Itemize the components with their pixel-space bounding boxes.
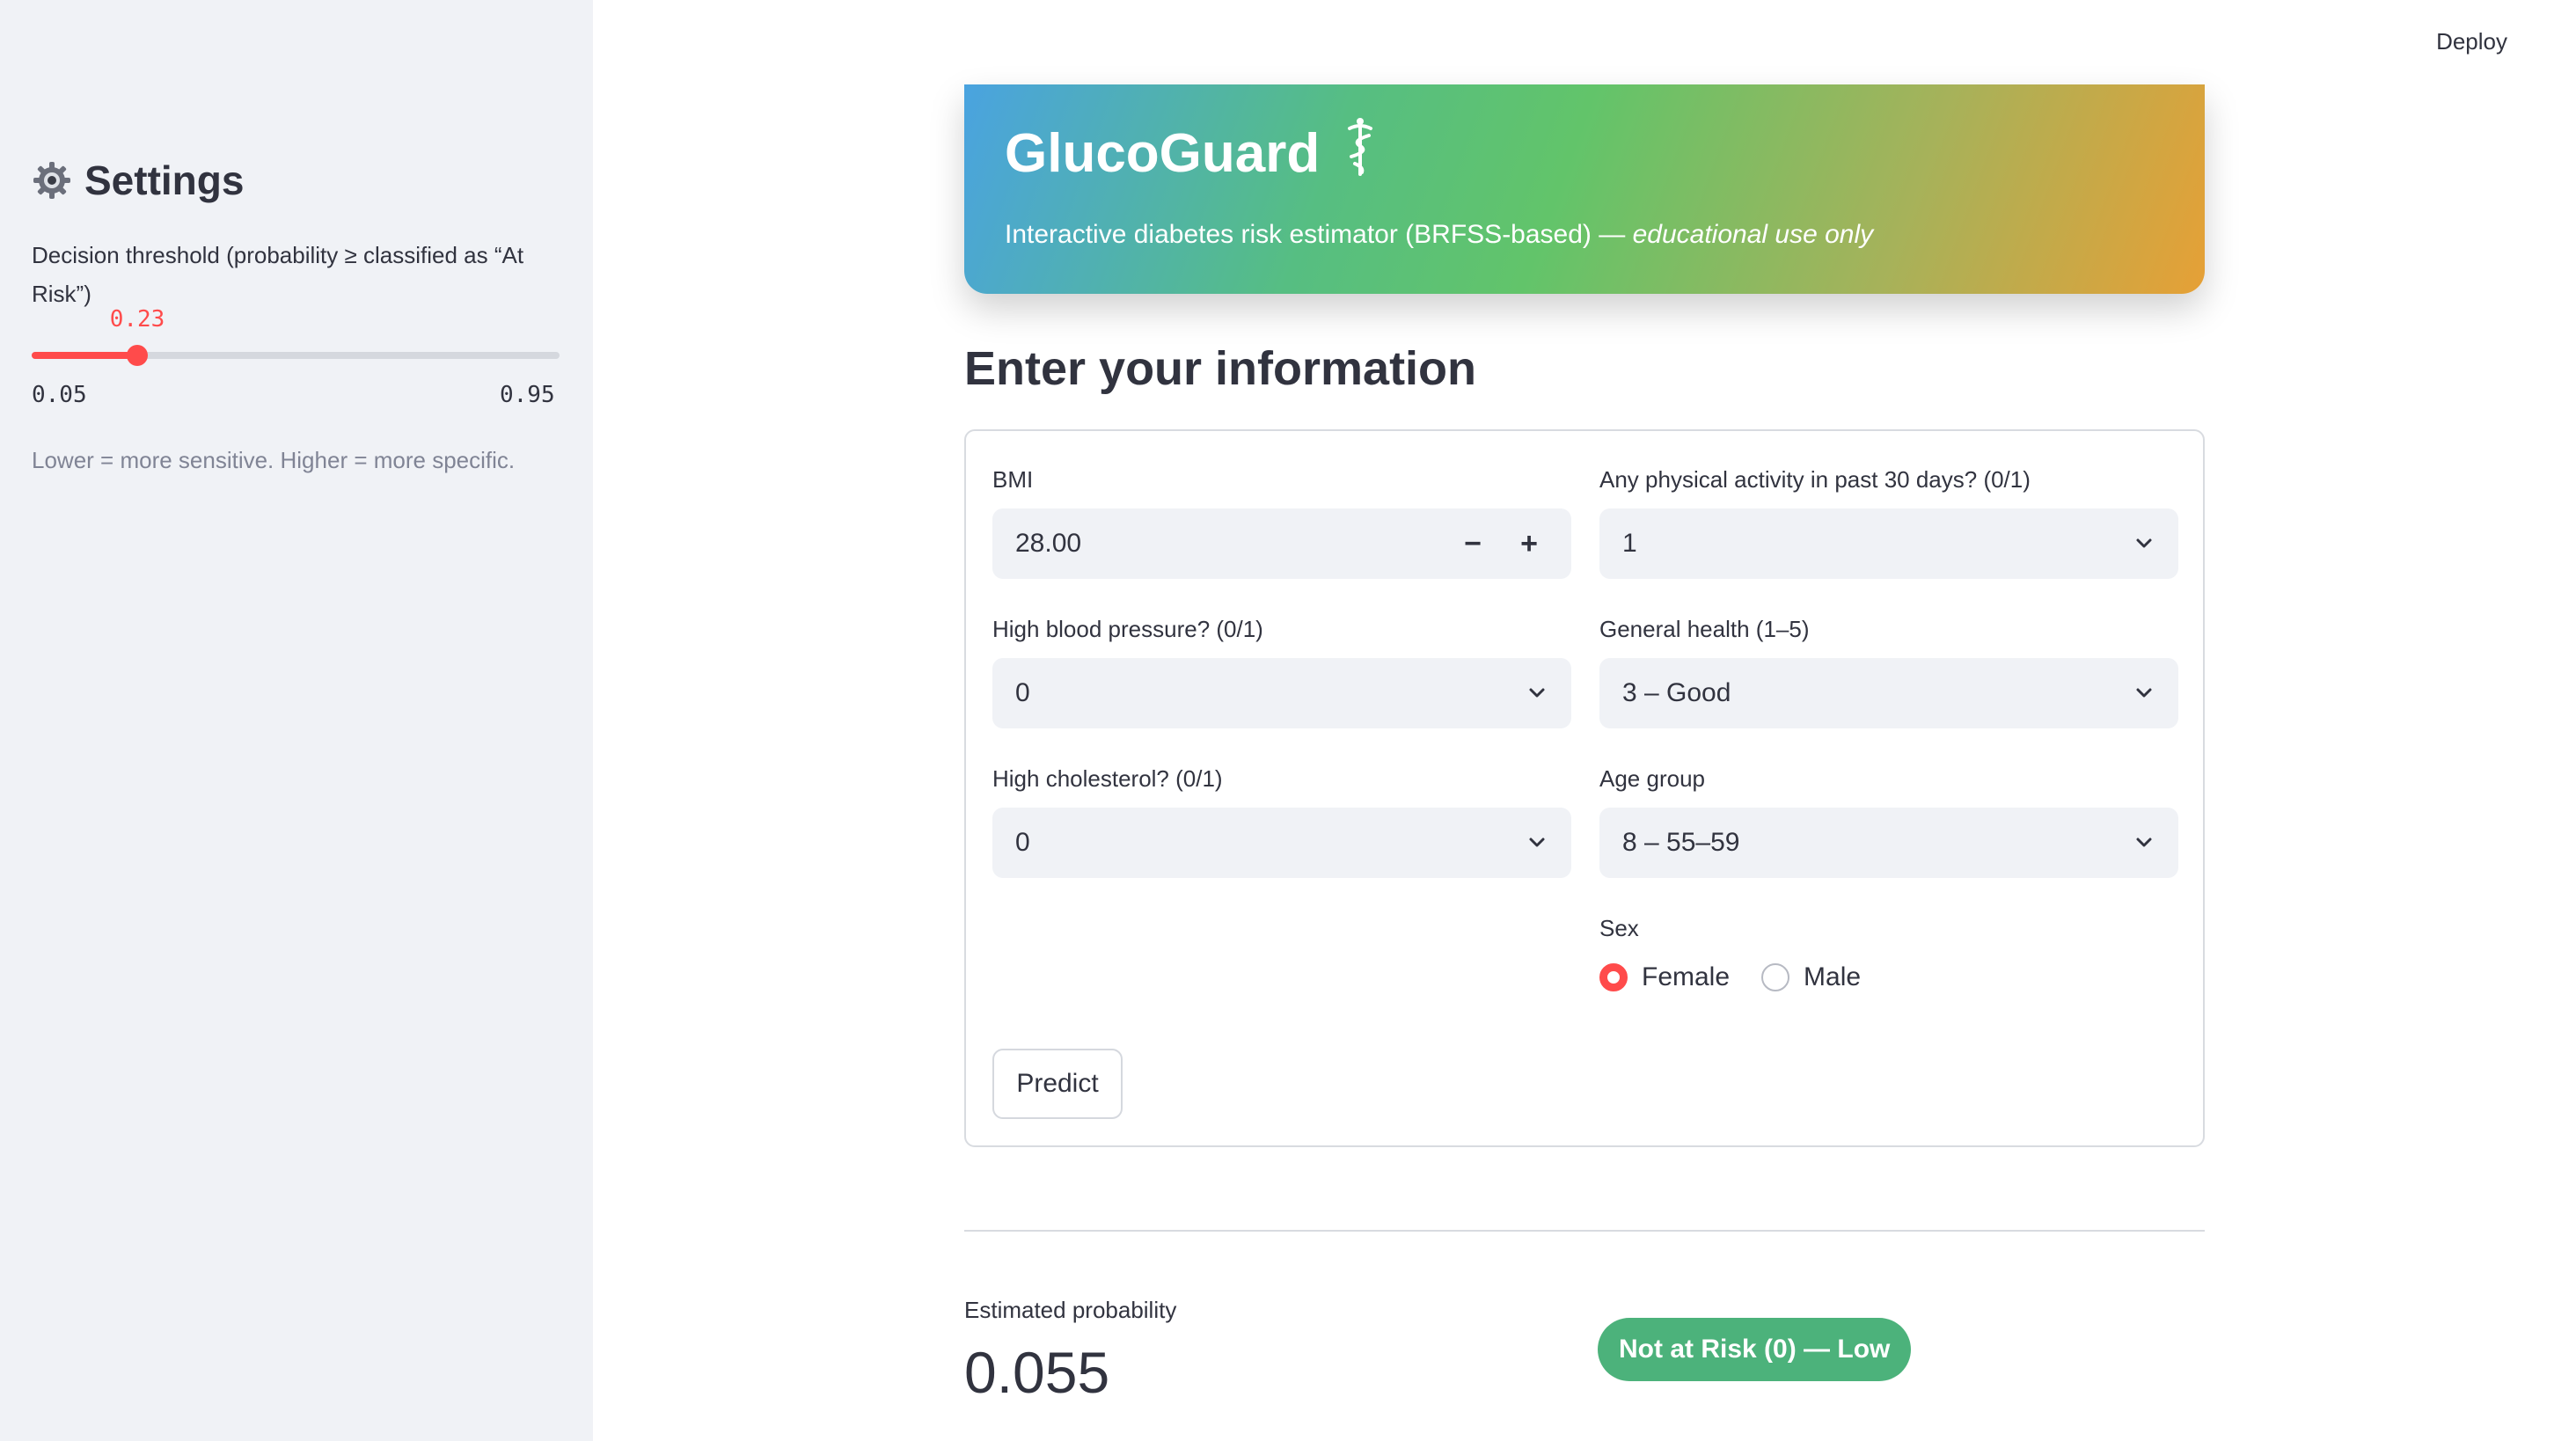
threshold-max: 0.95 xyxy=(500,382,555,408)
probability-label: Estimated probability xyxy=(964,1297,1177,1323)
app-subtitle-italic: educational use only xyxy=(1632,220,1874,249)
phys-activity-label: Any physical activity in past 30 days? (… xyxy=(1599,466,2031,493)
predict-button[interactable]: Predict xyxy=(992,1049,1123,1119)
sex-option-male[interactable]: Male xyxy=(1761,962,1861,992)
threshold-min: 0.05 xyxy=(32,382,87,408)
age-group-value: 8 – 55–59 xyxy=(1622,828,1740,857)
threshold-slider-value: 0.23 xyxy=(109,306,165,333)
sex-radio-group: Female Male xyxy=(1599,962,1861,992)
threshold-slider[interactable]: 0.23 xyxy=(32,306,560,366)
gen-health-value: 3 – Good xyxy=(1622,678,1731,707)
bmi-value[interactable]: 28.00 xyxy=(1015,529,1453,559)
chevron-down-icon xyxy=(2136,838,2152,847)
radio-selected-icon[interactable] xyxy=(1599,963,1628,991)
sidebar-title-text: Settings xyxy=(84,157,245,203)
high-bp-label: High blood pressure? (0/1) xyxy=(992,616,1263,642)
gear-icon xyxy=(32,160,72,201)
high-bp-value: 0 xyxy=(1015,678,1030,707)
risk-status-badge: Not at Risk (0) — Low xyxy=(1598,1318,1912,1381)
sex-option-female-label: Female xyxy=(1642,962,1731,991)
high-chol-label: High cholesterol? (0/1) xyxy=(992,765,1223,792)
radio-unselected-icon[interactable] xyxy=(1761,963,1790,991)
threshold-help: Lower = more sensitive. Higher = more sp… xyxy=(32,447,516,473)
probability-value: 0.055 xyxy=(964,1340,1110,1405)
deploy-button[interactable]: Deploy xyxy=(2436,28,2507,55)
chevron-down-icon xyxy=(2136,538,2152,548)
caduceus-icon xyxy=(1343,116,1378,191)
app-title: GlucoGuard xyxy=(1005,116,1378,191)
bmi-decrement-button[interactable]: − xyxy=(1453,524,1492,563)
sex-option-male-label: Male xyxy=(1804,962,1862,991)
section-title: Enter your information xyxy=(964,342,1477,395)
gen-health-select[interactable]: 3 – Good xyxy=(1599,658,2178,728)
app-subtitle-text: Interactive diabetes risk estimator (BRF… xyxy=(1005,220,1633,249)
sex-option-female[interactable]: Female xyxy=(1599,962,1730,992)
age-group-select[interactable]: 8 – 55–59 xyxy=(1599,808,2178,878)
age-group-label: Age group xyxy=(1599,765,1705,792)
high-chol-value: 0 xyxy=(1015,828,1030,857)
header-banner: GlucoGuard Interactive diabetes risk est… xyxy=(964,84,2205,294)
input-form: BMI 28.00 − + Any physical activity in p… xyxy=(964,429,2205,1147)
sidebar-title: Settings xyxy=(32,157,244,204)
bmi-increment-button[interactable]: + xyxy=(1510,524,1548,563)
threshold-label: Decision threshold (probability ≥ classi… xyxy=(32,242,524,307)
phys-activity-value: 1 xyxy=(1622,529,1637,558)
phys-activity-select[interactable]: 1 xyxy=(1599,508,2178,579)
divider xyxy=(964,1230,2205,1232)
threshold-slider-thumb[interactable] xyxy=(127,345,148,366)
sidebar: Settings Decision threshold (probability… xyxy=(0,0,593,1441)
chevron-down-icon xyxy=(2136,688,2152,698)
threshold-slider-fill xyxy=(32,352,137,359)
app-subtitle: Interactive diabetes risk estimator (BRF… xyxy=(1005,220,1873,250)
bmi-input[interactable]: 28.00 − + xyxy=(992,508,1571,579)
chevron-down-icon xyxy=(1529,838,1545,847)
high-chol-select[interactable]: 0 xyxy=(992,808,1571,878)
gen-health-label: General health (1–5) xyxy=(1599,616,1810,642)
high-bp-select[interactable]: 0 xyxy=(992,658,1571,728)
bmi-label: BMI xyxy=(992,466,1034,493)
chevron-down-icon xyxy=(1529,688,1545,698)
app-title-text: GlucoGuard xyxy=(1005,123,1321,184)
sex-label: Sex xyxy=(1599,915,1639,941)
